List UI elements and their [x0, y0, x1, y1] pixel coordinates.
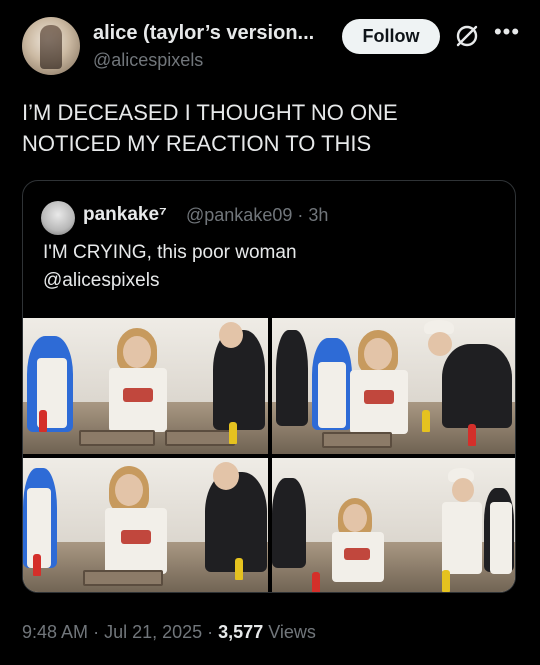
photo-2[interactable]	[272, 318, 515, 454]
quoted-tweet[interactable]: pankake⁷ @pankake09 · 3h I'M CRYING, thi…	[22, 180, 516, 593]
author-avatar[interactable]	[22, 17, 80, 75]
quoted-tweet-text: I'M CRYING, this poor woman @alicespixel…	[43, 239, 503, 295]
quoted-author-handle[interactable]: @pankake09	[186, 205, 292, 225]
views-count: 3,577	[218, 622, 264, 642]
grok-icon[interactable]	[454, 23, 480, 49]
quoted-author-handle-time: @pankake09 · 3h	[186, 205, 328, 226]
tweet-date[interactable]: Jul 21, 2025	[104, 622, 202, 642]
tweet-line: I’M DECEASED I THOUGHT NO ONE	[22, 100, 398, 125]
quoted-tweet-line: I'M CRYING, this poor woman	[43, 242, 297, 263]
photo-3[interactable]	[23, 458, 268, 592]
quoted-tweet-time: · 3h	[297, 205, 329, 225]
tweet-text: I’M DECEASED I THOUGHT NO ONE NOTICED MY…	[22, 97, 502, 159]
quoted-tweet-mention[interactable]: @alicespixels	[43, 267, 503, 295]
tweet-line: NOTICED MY REACTION TO THIS	[22, 131, 372, 156]
photo-4[interactable]	[272, 458, 515, 592]
views-label: Views	[268, 622, 316, 642]
tweet-meta: 9:48 AM · Jul 21, 2025 · 3,577 Views	[22, 622, 316, 643]
tweet-header: alice (taylor’s version... @alicespixels…	[22, 17, 522, 77]
photo-1[interactable]	[23, 318, 268, 454]
follow-button[interactable]: Follow	[342, 19, 440, 54]
more-dots-icon[interactable]: •••	[492, 21, 522, 47]
meta-separator: ·	[207, 622, 219, 642]
quoted-author-name[interactable]: pankake⁷	[83, 204, 167, 226]
author-handle[interactable]: @alicespixels	[93, 50, 203, 71]
tweet-time[interactable]: 9:48 AM	[22, 622, 88, 642]
author-name[interactable]: alice (taylor’s version...	[93, 22, 314, 45]
meta-separator: ·	[93, 622, 105, 642]
quoted-author-avatar[interactable]	[41, 201, 75, 235]
photo-grid	[23, 318, 515, 592]
